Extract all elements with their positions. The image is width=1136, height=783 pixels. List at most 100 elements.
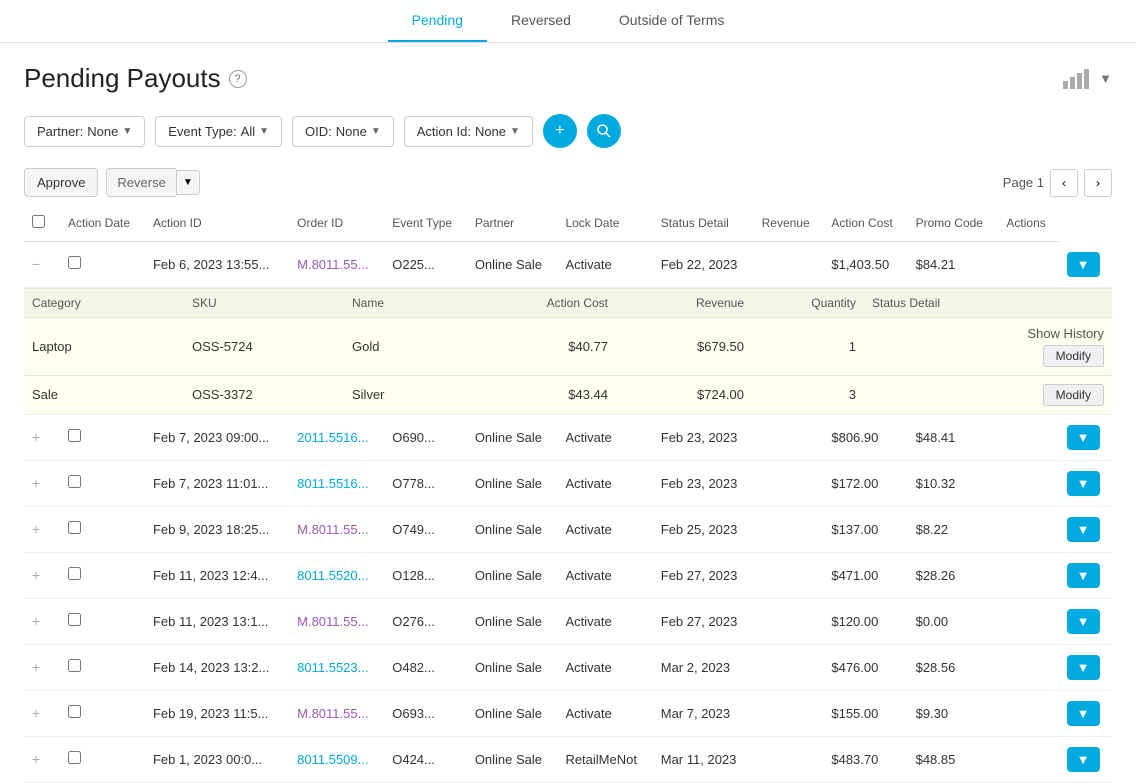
row-checkbox[interactable] (68, 613, 81, 626)
sub-actions: Modify (1000, 376, 1112, 414)
row-action-id[interactable]: 8011.5520... (289, 552, 384, 598)
expand-button[interactable]: + (32, 705, 40, 721)
header-status-detail: Status Detail (653, 205, 754, 242)
expand-button[interactable]: + (32, 659, 40, 675)
row-action-dropdown[interactable]: ▼ (1067, 425, 1100, 450)
approve-button[interactable]: Approve (24, 168, 98, 197)
sub-header-category: Category (24, 289, 184, 317)
collapse-button[interactable]: − (32, 256, 40, 272)
expand-col: + (24, 690, 60, 736)
expand-button[interactable]: + (32, 429, 40, 445)
action-id-filter[interactable]: Action Id: None ▼ (404, 116, 533, 147)
header-event-type: Event Type (384, 205, 467, 242)
table-row: + Feb 1, 2023 00:0... 8011.5509... O424.… (24, 736, 1112, 782)
row-action-dropdown[interactable]: ▼ (1067, 609, 1100, 634)
header-action-id: Action ID (145, 205, 289, 242)
sub-header-revenue: Revenue (616, 289, 752, 317)
expand-button[interactable]: + (32, 751, 40, 767)
expand-button[interactable]: + (32, 613, 40, 629)
modify-button-2[interactable]: Modify (1043, 384, 1104, 406)
row-action-id[interactable]: 2011.5516... (289, 414, 384, 460)
row-action-dropdown[interactable]: ▼ (1067, 655, 1100, 680)
row-action-dropdown[interactable]: ▼ (1067, 563, 1100, 588)
row-checkbox[interactable] (68, 256, 81, 269)
action-id-chevron-icon: ▼ (510, 126, 520, 137)
table-row: + Feb 11, 2023 12:4... 8011.5520... O128… (24, 552, 1112, 598)
row-checkbox[interactable] (68, 475, 81, 488)
table-body: − Feb 6, 2023 13:55... M.8011.55... O225… (24, 242, 1112, 783)
row-action-id[interactable]: M.8011.55... (289, 598, 384, 644)
sub-header-sku: SKU (184, 289, 344, 317)
tab-reversed[interactable]: Reversed (487, 0, 595, 42)
sub-category: Sale (24, 379, 184, 410)
partner-label: Partner: (37, 124, 83, 139)
partner-filter[interactable]: Partner: None ▼ (24, 116, 145, 147)
chart-chevron-icon[interactable]: ▼ (1099, 71, 1112, 86)
oid-value: None (336, 124, 367, 139)
payouts-table: Action Date Action ID Order ID Event Typ… (24, 205, 1112, 783)
tab-outside-of-terms[interactable]: Outside of Terms (595, 0, 749, 42)
add-filter-button[interactable]: + (543, 114, 577, 148)
sub-table-container: Category SKU Name Action Cost Revenue Qu… (24, 287, 1112, 414)
row-checkbox[interactable] (68, 567, 81, 580)
tab-pending[interactable]: Pending (388, 0, 487, 42)
expand-button[interactable]: + (32, 475, 40, 491)
prev-page-button[interactable]: ‹ (1050, 169, 1078, 197)
row-action-id[interactable]: M.8011.55... (289, 242, 384, 288)
row-checkbox-col (60, 242, 145, 288)
expand-button[interactable]: + (32, 567, 40, 583)
row-partner: Activate (557, 242, 652, 288)
table-row: + Feb 19, 2023 11:5... M.8011.55... O693… (24, 690, 1112, 736)
chart-icon[interactable] (1063, 69, 1089, 89)
modify-button-1[interactable]: Modify (1043, 345, 1104, 367)
show-history-button[interactable]: Show History (1027, 326, 1104, 341)
help-icon[interactable]: ? (229, 70, 247, 88)
row-promo-code (998, 242, 1058, 288)
row-action-id[interactable]: 8011.5509... (289, 736, 384, 782)
header-checkbox-col (24, 205, 60, 242)
expand-col: + (24, 598, 60, 644)
action-bar-left: Approve Reverse ▼ (24, 168, 200, 197)
header-action-date: Action Date (60, 205, 145, 242)
search-button[interactable] (587, 114, 621, 148)
row-action-dropdown[interactable]: ▼ (1067, 701, 1100, 726)
expand-col: + (24, 644, 60, 690)
page-title: Pending Payouts (24, 63, 221, 94)
row-checkbox[interactable] (68, 659, 81, 672)
reverse-dropdown-button[interactable]: ▼ (176, 170, 200, 195)
row-action-id[interactable]: 8011.5516... (289, 460, 384, 506)
action-bar: Approve Reverse ▼ Page 1 ‹ › (0, 164, 1136, 205)
next-page-button[interactable]: › (1084, 169, 1112, 197)
reverse-button[interactable]: Reverse (106, 168, 175, 197)
select-all-checkbox[interactable] (32, 215, 45, 228)
oid-filter[interactable]: OID: None ▼ (292, 116, 394, 147)
table-row: + Feb 14, 2023 13:2... 8011.5523... O482… (24, 644, 1112, 690)
row-action-date: Feb 7, 2023 09:00... (145, 414, 289, 460)
row-action-dropdown[interactable]: ▼ (1067, 471, 1100, 496)
sub-actions: Show History Modify (1000, 318, 1112, 375)
row-checkbox[interactable] (68, 705, 81, 718)
action-id-label: Action Id: (417, 124, 471, 139)
row-action-dropdown[interactable]: ▼ (1067, 252, 1100, 277)
row-action-dropdown[interactable]: ▼ (1067, 747, 1100, 772)
row-action-dropdown[interactable]: ▼ (1067, 517, 1100, 542)
table-row: + Feb 7, 2023 09:00... 2011.5516... O690… (24, 414, 1112, 460)
row-action-id[interactable]: 8011.5523... (289, 644, 384, 690)
sub-header-status-detail: Status Detail (864, 289, 1000, 317)
header-promo-code: Promo Code (908, 205, 999, 242)
table-row: + Feb 9, 2023 18:25... M.8011.55... O749… (24, 506, 1112, 552)
sub-header-actions (1000, 289, 1112, 317)
row-revenue: $1,403.50 (823, 242, 907, 288)
row-checkbox[interactable] (68, 751, 81, 764)
event-type-value: All (241, 124, 255, 139)
sub-quantity: 1 (752, 331, 864, 362)
row-checkbox[interactable] (68, 429, 81, 442)
sub-category: Laptop (24, 331, 184, 362)
row-action-id[interactable]: M.8011.55... (289, 506, 384, 552)
row-action-id[interactable]: M.8011.55... (289, 690, 384, 736)
event-type-filter[interactable]: Event Type: All ▼ (155, 116, 282, 147)
row-checkbox[interactable] (68, 521, 81, 534)
expand-button[interactable]: + (32, 521, 40, 537)
sub-revenue: $724.00 (616, 379, 752, 410)
expand-col: + (24, 506, 60, 552)
